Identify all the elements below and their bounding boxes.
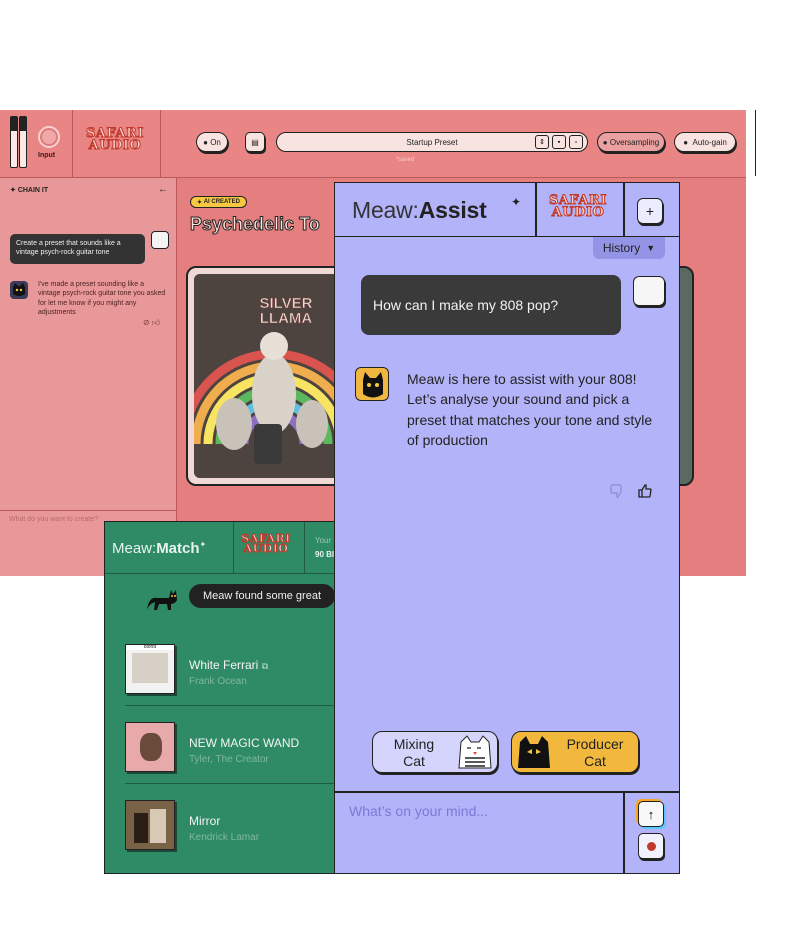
match-title: Meaw:Match✦ xyxy=(112,540,207,557)
chain-user-message: Create a preset that sounds like a vinta… xyxy=(10,234,145,264)
safari-audio-logo: SAFARI AUDIO xyxy=(241,532,291,555)
mixing-cat-button[interactable]: Mixing Cat xyxy=(372,731,498,773)
input-meter-right xyxy=(19,116,27,168)
delete-icon[interactable]: ▫ xyxy=(569,135,583,149)
producer-cat-label: Producer Cat xyxy=(566,736,624,769)
on-toggle-button[interactable]: ● On xyxy=(196,132,228,152)
album-art xyxy=(125,800,175,850)
track-title: NEW MAGIC WAND xyxy=(189,736,300,750)
track-title: White Ferrari ⧉ xyxy=(189,658,269,672)
preset-status: *saved xyxy=(396,157,415,163)
user-avatar xyxy=(633,276,665,306)
sparkle-icon: ✦ xyxy=(511,195,522,209)
producer-cat-button[interactable]: Producer Cat xyxy=(511,731,639,773)
save-icon[interactable]: ▪ xyxy=(552,135,566,149)
album-art: blond xyxy=(125,644,175,694)
record-button[interactable] xyxy=(638,833,664,859)
chain-panel: ✦ CHAIN IT ← Create a preset that sounds… xyxy=(0,178,177,576)
menu-icon[interactable]: ▤ xyxy=(245,132,265,152)
oversampling-button[interactable]: ● Oversampling xyxy=(597,132,665,152)
track-row[interactable]: NEW MAGIC WAND Tyler, The Creator xyxy=(105,708,337,786)
white-cat-icon xyxy=(458,735,492,769)
chain-reply: I've made a preset sounding like a vinta… xyxy=(38,281,166,317)
album-art xyxy=(125,722,175,772)
safari-audio-logo: SAFARI AUDIO xyxy=(86,126,144,153)
meaw-match-panel: Meaw:Match✦ SAFARI AUDIO Your 90 BI Meaw f… xyxy=(104,521,338,874)
meaw-assist-panel: Meaw:Assist ✦ SAFARI AUDIO + History ▼ How… xyxy=(334,182,680,874)
track-row[interactable]: blond White Ferrari ⧉ Frank Ocean xyxy=(105,630,337,708)
thumbs-down-icon[interactable] xyxy=(609,483,625,504)
artwork-text: SILVER LLAMA xyxy=(259,295,313,327)
match-side-info: Your 90 BI xyxy=(315,536,335,560)
preset-title: Psychedelic To xyxy=(190,214,321,235)
input-meter-left xyxy=(10,116,18,168)
track-row[interactable]: Mirror Kendrick Lamar xyxy=(105,786,337,864)
record-icon xyxy=(646,841,656,851)
back-arrow-icon[interactable]: ← xyxy=(158,184,168,195)
send-button[interactable]: ↑ xyxy=(638,801,664,827)
cat-avatar-icon xyxy=(10,281,28,299)
caret-down-icon: ▼ xyxy=(646,243,656,253)
chain-input[interactable]: What do you want to create? xyxy=(9,516,98,523)
assist-reply: Meaw is here to assist with your 808! Le… xyxy=(407,371,653,448)
track-artist: Kendrick Lamar xyxy=(189,832,260,843)
copy-icon: ⧉ xyxy=(261,661,269,671)
history-dropdown[interactable]: History ▼ xyxy=(593,237,665,259)
match-bubble: Meaw found some great xyxy=(189,584,336,608)
cat-avatar-icon xyxy=(355,367,389,401)
black-cat-icon xyxy=(145,582,179,612)
match-header: Meaw:Match✦ SAFARI AUDIO Your 90 BI xyxy=(105,522,337,574)
input-knob[interactable] xyxy=(38,126,60,148)
mixing-cat-label: Mixing Cat xyxy=(393,736,435,769)
feedback-icons[interactable]: ⊘ 👍︎ xyxy=(143,318,160,328)
plugin-topbar: Input SAFARI AUDIO ● On ▤ Startup Preset … xyxy=(0,110,746,178)
preset-name: Startup Preset xyxy=(406,137,458,147)
assist-message-input[interactable]: What’s on your mind... xyxy=(349,803,488,819)
autogain-button[interactable]: ● Auto-gain xyxy=(674,132,736,152)
safari-audio-logo: SAFARI AUDIO xyxy=(549,193,607,220)
assist-header: Meaw:Assist ✦ SAFARI AUDIO + xyxy=(335,183,679,237)
track-artist: Tyler, The Creator xyxy=(189,754,269,765)
track-title: Mirror xyxy=(189,814,221,828)
input-label: Input xyxy=(38,152,56,159)
ai-created-badge: ✦ AI CREATED xyxy=(190,196,247,208)
preset-artwork: SILVER LLAMA xyxy=(186,266,346,486)
user-avatar xyxy=(151,231,169,249)
black-cat-icon xyxy=(518,736,550,768)
preset-arrows-icon[interactable]: ⇕ xyxy=(535,135,549,149)
user-message: How can I make my 808 pop? xyxy=(361,275,621,335)
new-chat-button[interactable]: + xyxy=(637,198,663,224)
track-artist: Frank Ocean xyxy=(189,676,247,687)
chain-title: ✦ CHAIN IT xyxy=(10,187,49,194)
thumbs-up-icon[interactable] xyxy=(637,483,653,504)
assist-title: Meaw:Assist xyxy=(352,197,487,223)
